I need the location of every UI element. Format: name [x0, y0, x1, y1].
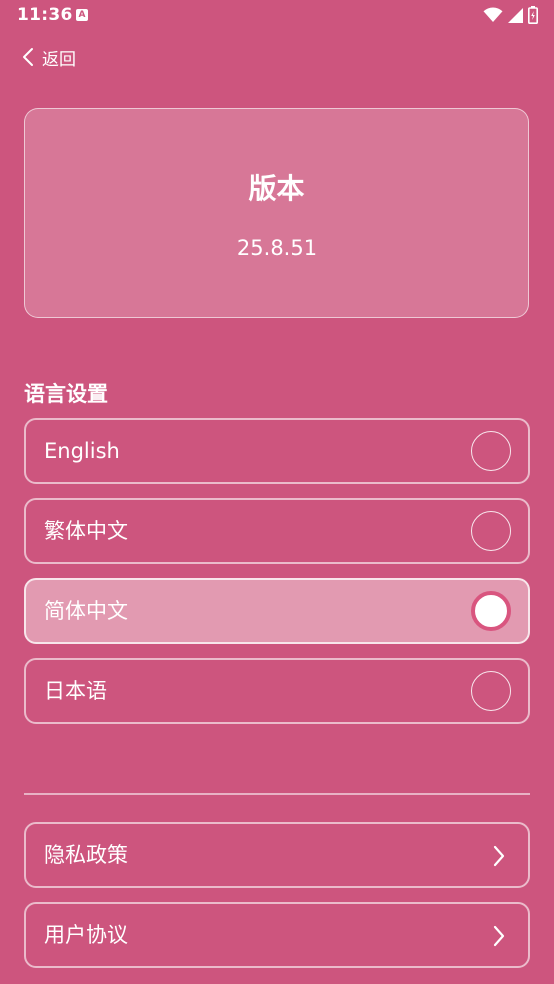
wifi-icon: [483, 7, 503, 23]
radio-button[interactable]: [471, 671, 511, 711]
privacy-policy-link[interactable]: 隐私政策: [24, 822, 530, 888]
chevron-left-icon: [22, 47, 42, 67]
language-section-title: 语言设置: [24, 382, 108, 406]
status-bar: 11:36 A: [0, 0, 554, 32]
version-title: 版本: [248, 172, 305, 205]
radio-button[interactable]: [471, 511, 511, 551]
language-option-label: 繁体中文: [44, 519, 128, 543]
version-card: 版本: [24, 108, 529, 318]
back-button[interactable]: 返回: [22, 44, 76, 70]
language-option-label: 简体中文: [44, 599, 128, 623]
divider: [24, 793, 530, 795]
user-agreement-link[interactable]: 用户协议: [24, 902, 530, 968]
link-label: 用户协议: [44, 923, 128, 947]
language-option-label: 日本语: [44, 679, 107, 703]
battery-icon: [528, 6, 538, 24]
radio-button-checked[interactable]: [471, 591, 511, 631]
status-icons: [483, 6, 538, 24]
chevron-right-icon: [492, 924, 506, 948]
version-number: 25.8.51: [236, 236, 318, 260]
a-badge-icon: A: [76, 9, 88, 21]
back-label: 返回: [42, 49, 76, 70]
link-label: 隐私政策: [44, 843, 128, 867]
language-option-japanese[interactable]: 日本语: [24, 658, 530, 724]
language-option-english[interactable]: English: [24, 418, 530, 484]
chevron-right-icon: [492, 844, 506, 868]
radio-button[interactable]: [471, 431, 511, 471]
language-option-simplified-chinese[interactable]: 简体中文: [24, 578, 530, 644]
status-time: 11:36: [17, 5, 73, 25]
signal-icon: [508, 7, 523, 23]
language-option-label: English: [44, 439, 120, 463]
language-option-traditional-chinese[interactable]: 繁体中文: [24, 498, 530, 564]
